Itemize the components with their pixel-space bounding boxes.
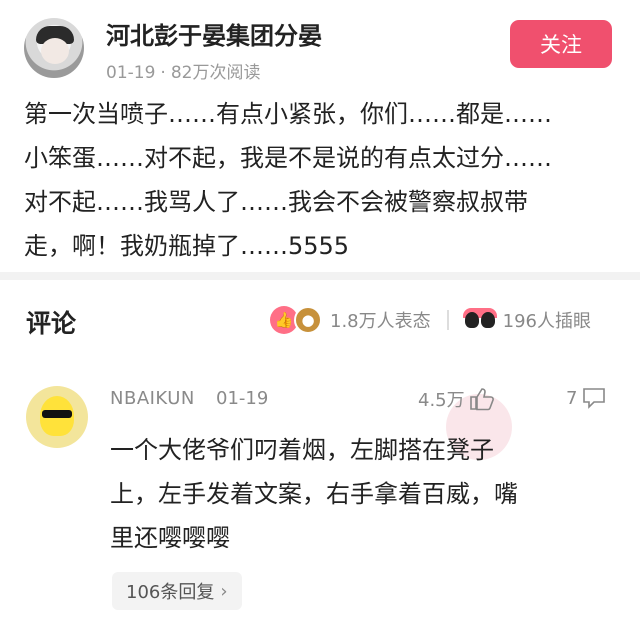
comment-bubble-icon <box>583 388 606 409</box>
comment-like-button[interactable]: 4.5万 <box>418 386 495 412</box>
author-name[interactable]: 河北彭于晏集团分晏 <box>106 16 322 51</box>
comment-date: 01-19 <box>216 388 269 409</box>
reactions-bar[interactable]: 👍 ● 1.8万人表态 196人插眼 <box>270 300 591 340</box>
post-views: 82万次阅读 <box>170 63 261 83</box>
eyes-count: 196人插眼 <box>502 311 591 332</box>
comment-item: NBAIKUN 01-19 4.5万 7 一个大佬爷们叼着烟，左脚搭在凳子 上，… <box>0 370 640 620</box>
view-replies-button[interactable]: 106条回复 › <box>112 572 242 610</box>
reactions-count: 1.8万人表态 <box>330 311 431 332</box>
follow-button[interactable]: 关注 <box>510 20 612 68</box>
reactions-separator <box>446 310 449 330</box>
post-meta: 01-19 · 82万次阅读 <box>106 58 260 83</box>
poop-reaction-icon: ● <box>294 306 322 334</box>
meta-separator: · <box>160 63 166 83</box>
comment-text: 一个大佬爷们叼着烟，左脚搭在凳子 上，左手发着文案，右手拿着百威，嘴 里还嘤嘤嘤 <box>110 428 610 560</box>
reply-count-label: 106条回复 <box>126 582 215 603</box>
thumbs-up-icon <box>469 388 494 411</box>
comments-title: 评论 <box>26 309 77 338</box>
commenter-avatar[interactable] <box>26 386 88 448</box>
author-avatar[interactable] <box>24 18 84 78</box>
comment-reply-count: 7 <box>566 387 578 409</box>
commenter-name[interactable]: NBAIKUN <box>110 388 195 409</box>
post-date: 01-19 <box>106 63 156 83</box>
post-header: 河北彭于晏集团分晏 01-19 · 82万次阅读 关注 <box>0 0 640 90</box>
avatar-face <box>41 38 69 64</box>
post-body: 第一次当喷子……有点小紧张，你们……都是…… 小笨蛋……对不起，我是不是说的有点… <box>24 92 620 268</box>
chevron-right-icon: › <box>220 580 228 602</box>
comment-text-line: 一个大佬爷们叼着烟，左脚搭在凳子 <box>110 436 494 464</box>
post-body-line: 对不起……我骂人了……我会不会被警察叔叔带 <box>24 188 528 216</box>
post-body-line: 小笨蛋……对不起，我是不是说的有点太过分…… <box>24 144 552 172</box>
post-body-line: 走，啊！我奶瓶掉了……5555 <box>24 232 350 260</box>
avatar-glasses <box>42 410 72 418</box>
section-divider <box>0 272 640 280</box>
comment-like-count: 4.5万 <box>418 390 465 411</box>
comment-text-line: 上，左手发着文案，右手拿着百威，嘴 <box>110 480 518 508</box>
post-body-line: 第一次当喷子……有点小紧张，你们……都是…… <box>24 100 552 128</box>
comment-text-line: 里还嘤嘤嘤 <box>110 524 230 552</box>
comment-reply-button[interactable]: 7 <box>566 386 607 410</box>
reaction-icons: 👍 ● <box>270 304 330 336</box>
eyes-icon <box>462 308 497 332</box>
